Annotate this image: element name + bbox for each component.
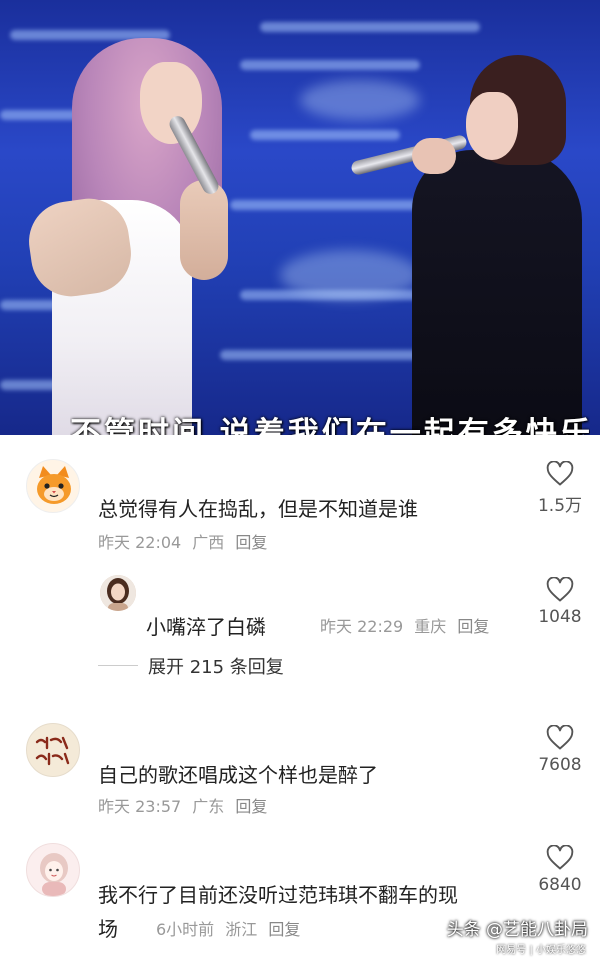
comment-meta: 昨天 22:04 广西 回复 xyxy=(98,529,273,553)
avatar[interactable] xyxy=(26,843,80,897)
comment-location: 重庆 xyxy=(414,617,447,636)
video-frame[interactable]: 不管时间 说着我们在一起有多快乐 xyxy=(0,0,600,435)
like-count: 1048 xyxy=(538,607,582,627)
comment-text: 我不行了目前还没听过范玮琪不翻车的现 xyxy=(98,883,458,907)
comment-text: 自己的歌还唱成这个样也是醉了 xyxy=(98,763,378,787)
video-subtitle: 不管时间 说着我们在一起有多快乐 xyxy=(70,416,590,435)
girl-illustration-avatar xyxy=(40,853,68,896)
stage-light-streak xyxy=(260,22,480,32)
left-singer-arm xyxy=(180,180,228,280)
like-count: 7608 xyxy=(538,755,582,775)
like-button[interactable]: 6840 xyxy=(530,845,590,895)
stage-glow xyxy=(300,80,420,120)
watermark-sub: 网易号 | 小娱乐悠悠 xyxy=(496,945,586,956)
comment-list: 总觉得有人在捣乱，但是不知道是谁 昨天 22:04 广西 回复 1.5万 小嘴淬… xyxy=(0,435,600,960)
like-count: 6840 xyxy=(538,875,582,895)
reply-button[interactable]: 回复 xyxy=(268,920,300,939)
stage-glow xyxy=(280,250,420,300)
heart-icon xyxy=(546,725,574,750)
like-count: 1.5万 xyxy=(537,496,583,516)
comment-time: 昨天 23:57 xyxy=(98,797,182,816)
comment-time: 昨天 22:04 xyxy=(98,533,182,552)
like-button[interactable]: 1048 xyxy=(530,577,590,627)
reply-button[interactable]: 回复 xyxy=(235,533,267,552)
comment-text: 总觉得有人在捣乱，但是不知道是谁 xyxy=(98,497,418,521)
comment-location: 浙江 xyxy=(225,920,258,939)
avatar[interactable] xyxy=(26,723,80,777)
expand-replies-button[interactable]: 展开 215 条回复 xyxy=(148,653,284,679)
comment-meta: 6小时前 浙江 回复 xyxy=(156,916,306,940)
right-singer-body xyxy=(412,150,582,435)
avatar[interactable] xyxy=(100,575,136,611)
calligraphy-avatar xyxy=(35,736,70,766)
comment-time: 6小时前 xyxy=(156,920,215,939)
stage-light-streak xyxy=(250,130,400,140)
like-button[interactable]: 7608 xyxy=(530,725,590,775)
stage-light-streak xyxy=(0,300,60,310)
right-singer-face xyxy=(466,92,518,160)
comment-time: 昨天 22:29 xyxy=(320,617,404,636)
stage-light-streak xyxy=(240,60,420,70)
right-singer-hand xyxy=(412,138,456,174)
comment-text: 小嘴淬了白磷 xyxy=(146,615,266,639)
expand-divider xyxy=(98,665,138,666)
avatar[interactable] xyxy=(26,459,80,513)
stage-light-streak xyxy=(220,350,420,360)
comment-location: 广东 xyxy=(192,797,225,816)
comment-meta: 昨天 23:57 广东 回复 xyxy=(98,793,273,817)
heart-icon xyxy=(546,577,574,602)
watermark: 头条 @艺能八卦局 xyxy=(446,920,588,940)
stage-light-streak xyxy=(230,200,420,210)
heart-icon xyxy=(546,845,574,870)
reply-button[interactable]: 回复 xyxy=(457,617,489,636)
comment-meta: 昨天 22:29 重庆 回复 xyxy=(320,613,495,637)
heart-icon xyxy=(546,461,574,486)
person-photo xyxy=(100,575,136,611)
reply-button[interactable]: 回复 xyxy=(235,797,267,816)
left-singer-face xyxy=(140,62,202,144)
comment-text-continued: 场 xyxy=(98,917,118,941)
cat-icon xyxy=(37,466,71,504)
comment-location: 广西 xyxy=(192,533,225,552)
like-button[interactable]: 1.5万 xyxy=(530,461,590,516)
